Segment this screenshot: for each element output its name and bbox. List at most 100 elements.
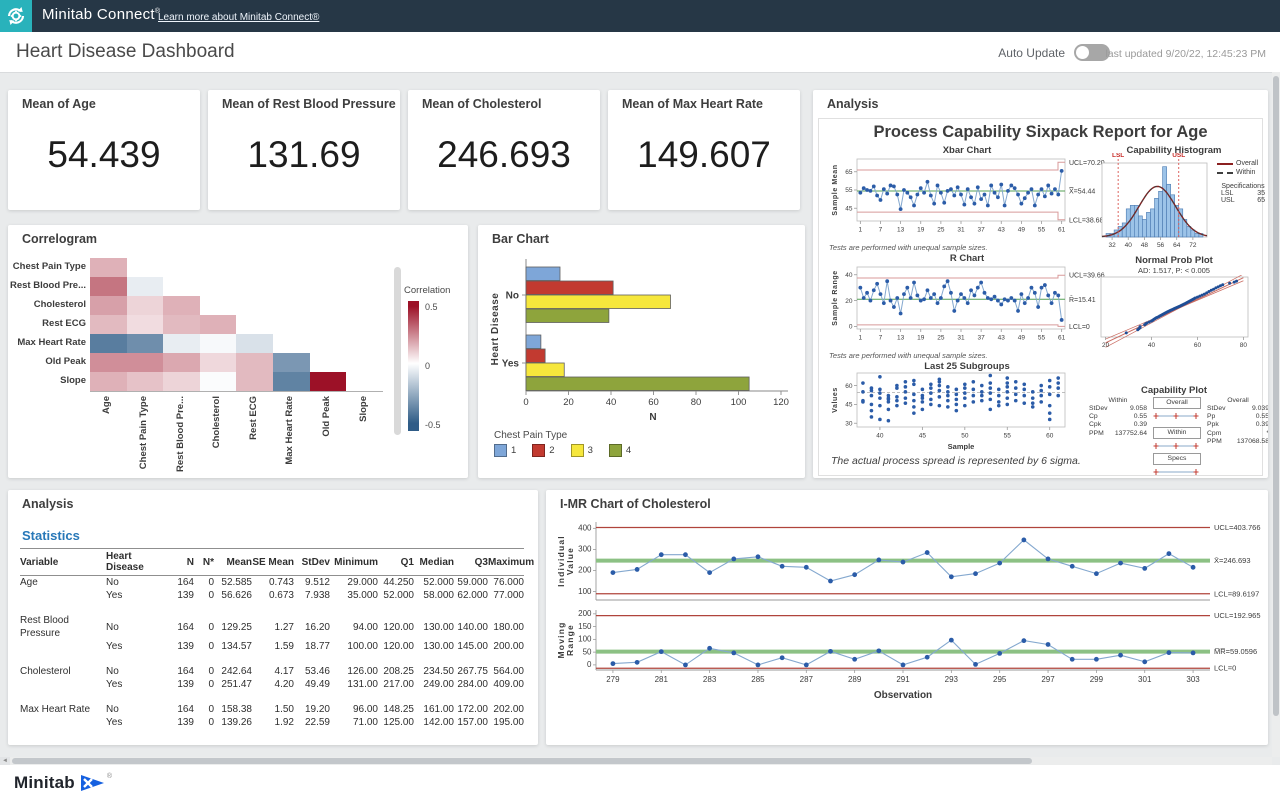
svg-text:LSL: LSL xyxy=(1112,153,1124,159)
page-header: Heart Disease Dashboard Auto Update last… xyxy=(0,32,1280,73)
kpi-card-mean-rest-blood-pressure: Mean of Rest Blood Pressure 131.69 xyxy=(208,90,400,210)
stats-col-header: SE Mean xyxy=(252,549,294,576)
r-note: Tests are performed with unequal sample … xyxy=(829,351,988,360)
table-row: Max Heart RateNo1640158.381.5019.2096.00… xyxy=(20,691,524,716)
correlogram-cell[interactable] xyxy=(310,372,347,391)
correlogram-cell[interactable] xyxy=(273,372,310,391)
horizontal-scrollbar[interactable]: ◄ xyxy=(0,757,1272,765)
stats-col-header: N xyxy=(168,549,194,576)
stats-col-header: N* xyxy=(194,549,214,576)
correlogram-panel: Correlogram Chest Pain TypeRest Blood Pr… xyxy=(8,225,468,478)
svg-text:60: 60 xyxy=(1194,342,1202,349)
correlogram-cell[interactable] xyxy=(90,277,127,296)
statistics-section-title[interactable]: Statistics xyxy=(22,528,80,543)
correlogram-cell[interactable] xyxy=(236,334,273,353)
svg-text:1: 1 xyxy=(859,335,863,342)
svg-text:400: 400 xyxy=(578,524,592,533)
correlogram-cell[interactable] xyxy=(163,353,200,372)
auto-update-label: Auto Update xyxy=(998,46,1065,60)
svg-text:301: 301 xyxy=(1138,675,1152,684)
svg-text:1: 1 xyxy=(859,227,863,234)
correlogram-cell[interactable] xyxy=(200,334,237,353)
table-row: Yes1390134.571.5918.77100.00120.00130.00… xyxy=(20,640,524,653)
svg-text:60: 60 xyxy=(648,397,659,408)
legend-title: Correlation xyxy=(404,285,450,296)
kpi-card-mean-age: Mean of Age 54.439 xyxy=(8,90,200,210)
learn-more-link[interactable]: Learn more about Minitab Connect® xyxy=(158,12,319,23)
svg-text:55: 55 xyxy=(1004,433,1012,440)
svg-text:80: 80 xyxy=(1240,342,1248,349)
svg-text:64: 64 xyxy=(1173,242,1181,249)
correlogram-row-label: Rest Blood Pre... xyxy=(10,280,86,291)
correlogram-cell[interactable] xyxy=(273,353,310,372)
minitab-connect-logo-icon xyxy=(0,0,32,32)
svg-text:25: 25 xyxy=(937,335,945,342)
svg-text:60: 60 xyxy=(1046,433,1054,440)
svg-text:M̅R̅=59.0596: M̅R̅=59.0596 xyxy=(1214,647,1257,656)
statistics-table: VariableHeart DiseaseNN*MeanSE MeanStDev… xyxy=(20,548,526,729)
stats-col-header: Maximum xyxy=(488,549,524,576)
stats-col-header: Heart Disease xyxy=(106,549,168,576)
svg-text:287: 287 xyxy=(800,675,814,684)
vertical-scrollbar[interactable] xyxy=(1272,72,1280,757)
svg-text:13: 13 xyxy=(897,227,905,234)
correlogram-cell[interactable] xyxy=(127,296,164,315)
svg-text:19: 19 xyxy=(917,227,925,234)
svg-text:40: 40 xyxy=(606,397,617,408)
xbar-note: Tests are performed with unequal sample … xyxy=(829,243,988,252)
svg-text:Values: Values xyxy=(832,387,839,413)
correlogram-cell[interactable] xyxy=(236,372,273,391)
correlogram-cell[interactable] xyxy=(200,315,237,334)
stats-col-header: Q3 xyxy=(454,549,488,576)
correlogram-cell[interactable] xyxy=(163,372,200,391)
svg-text:7: 7 xyxy=(879,227,883,234)
vertical-scrollbar-thumb[interactable] xyxy=(1273,76,1279,716)
correlogram-cell[interactable] xyxy=(127,315,164,334)
svg-text:303: 303 xyxy=(1186,675,1200,684)
horizontal-scrollbar-thumb[interactable] xyxy=(12,758,1032,764)
correlogram-cell[interactable] xyxy=(127,353,164,372)
correlogram-row-label: Rest ECG xyxy=(10,318,86,329)
correlogram-cell[interactable] xyxy=(236,353,273,372)
panel-title: Analysis xyxy=(827,97,878,111)
svg-text:20: 20 xyxy=(1102,342,1110,349)
svg-text:48: 48 xyxy=(1141,242,1149,249)
scale-tick: 0.5 xyxy=(425,302,438,312)
correlogram-cell[interactable] xyxy=(90,296,127,315)
correlogram-cell[interactable] xyxy=(163,296,200,315)
svg-text:7: 7 xyxy=(879,335,883,342)
correlogram-cell[interactable] xyxy=(90,258,127,277)
correlogram-cell[interactable] xyxy=(127,334,164,353)
correlogram-cell[interactable] xyxy=(163,334,200,353)
scroll-left-arrow-icon[interactable]: ◄ xyxy=(0,757,10,765)
svg-text:37: 37 xyxy=(978,227,986,234)
r-chart: UCL=39.66R̄=15.41LCL=0020401713192531374… xyxy=(827,263,1112,351)
svg-text:30: 30 xyxy=(845,420,853,427)
correlogram-cell[interactable] xyxy=(127,277,164,296)
svg-text:281: 281 xyxy=(655,675,669,684)
capability-plot-title: Capability Plot xyxy=(1089,385,1259,396)
correlogram-cell[interactable] xyxy=(200,372,237,391)
svg-text:279: 279 xyxy=(606,675,620,684)
kpi-value: 131.69 xyxy=(208,134,400,176)
svg-text:60: 60 xyxy=(845,383,853,390)
svg-text:200: 200 xyxy=(578,566,592,575)
svg-text:100: 100 xyxy=(578,635,592,644)
correlogram-cell[interactable] xyxy=(90,353,127,372)
svg-text:0: 0 xyxy=(587,660,592,669)
correlogram-cell[interactable] xyxy=(200,353,237,372)
correlogram-cell[interactable] xyxy=(90,334,127,353)
svg-text:43: 43 xyxy=(998,335,1006,342)
correlogram-cell[interactable] xyxy=(127,372,164,391)
svg-text:UCL=403.766: UCL=403.766 xyxy=(1214,523,1261,532)
stats-col-header: Q1 xyxy=(378,549,414,576)
svg-text:100: 100 xyxy=(578,587,592,596)
correlogram-cell[interactable] xyxy=(163,315,200,334)
svg-text:295: 295 xyxy=(993,675,1007,684)
svg-text:49: 49 xyxy=(1018,335,1026,342)
correlogram-cell[interactable] xyxy=(90,315,127,334)
svg-text:40: 40 xyxy=(876,433,884,440)
correlogram-row-label: Max Heart Rate xyxy=(10,337,86,348)
correlogram-scrollbar[interactable] xyxy=(394,267,401,435)
correlogram-cell[interactable] xyxy=(90,372,127,391)
